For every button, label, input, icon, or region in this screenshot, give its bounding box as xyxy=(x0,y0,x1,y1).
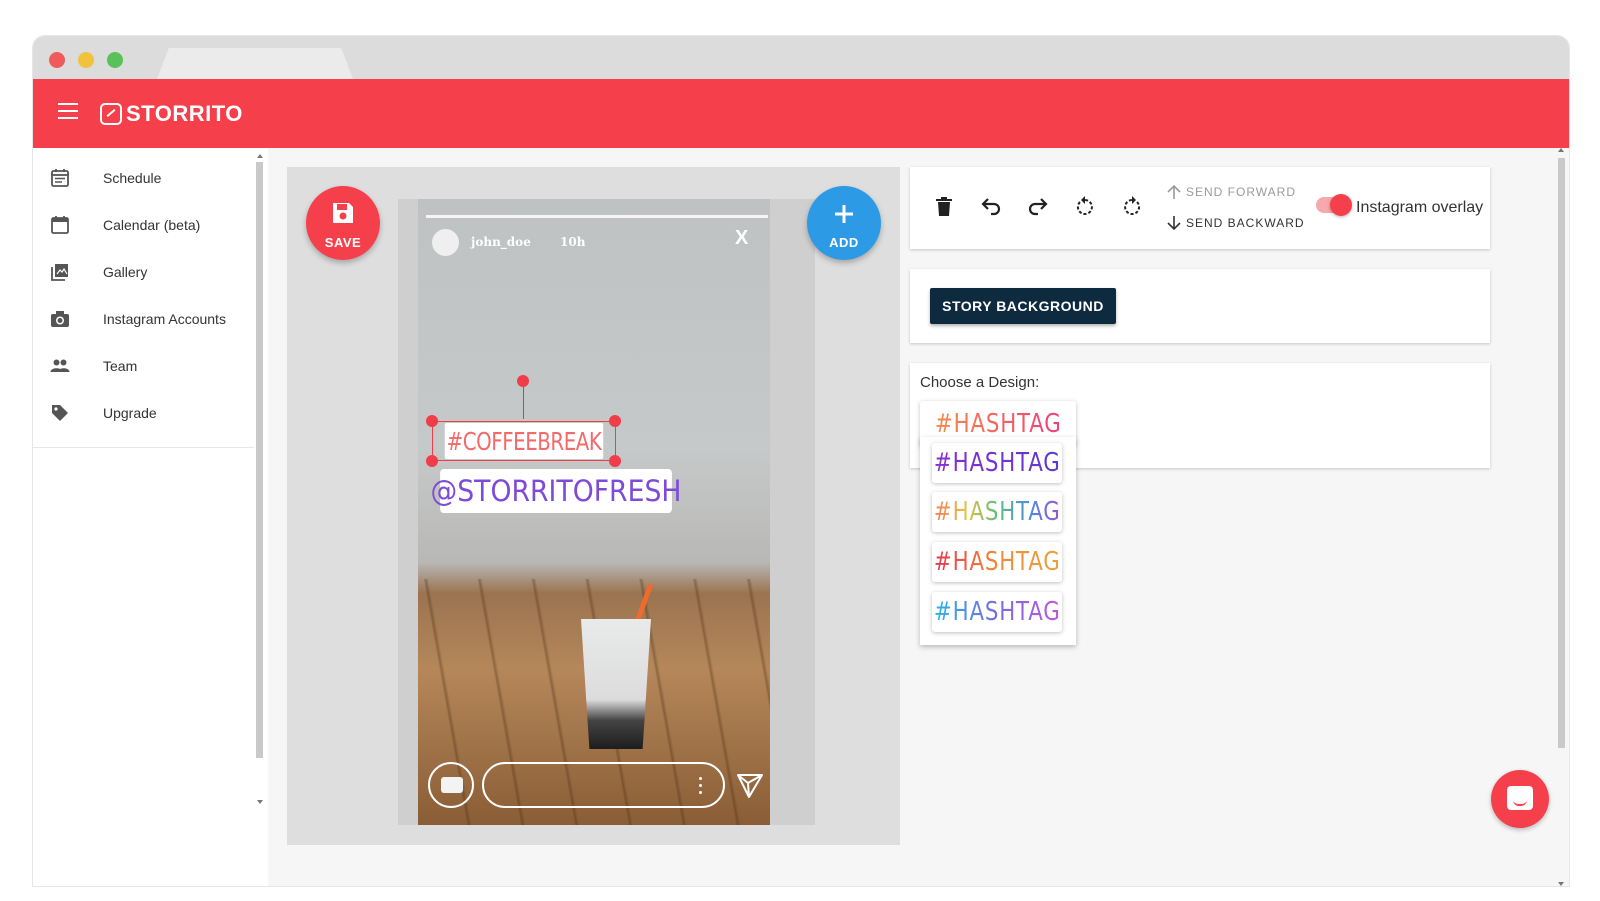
send-backward-button[interactable]: SEND BACKWARD xyxy=(1166,215,1305,231)
chat-icon xyxy=(1507,786,1533,810)
redo-icon[interactable] xyxy=(1026,195,1050,219)
chat-button[interactable] xyxy=(1491,770,1549,828)
design-option-label: #HASHTAG xyxy=(933,547,1061,577)
more-options-icon[interactable] xyxy=(699,777,703,795)
design-option-label: #HASHTAG xyxy=(933,497,1061,527)
scroll-up-icon[interactable] xyxy=(257,154,263,158)
rotate-right-icon[interactable] xyxy=(1120,195,1144,219)
send-forward-label: SEND FORWARD xyxy=(1186,185,1297,199)
story-editor: john_doe 10h X #COFFEEBREAK @STORRITOFRE… xyxy=(287,167,900,845)
browser-tab[interactable] xyxy=(157,48,353,79)
avatar xyxy=(432,229,459,256)
story-camera-button[interactable] xyxy=(428,762,474,808)
sidebar-item-team[interactable]: Team xyxy=(33,346,254,386)
main-content: john_doe 10h X #COFFEEBREAK @STORRITOFRE… xyxy=(268,148,1569,886)
calendar-list-icon xyxy=(51,169,69,187)
app-logo[interactable]: STORRITO xyxy=(100,101,243,127)
sidebar-item-instagram-accounts[interactable]: Instagram Accounts xyxy=(33,299,254,339)
story-close-icon[interactable]: X xyxy=(735,227,748,250)
design-option[interactable]: #HASHTAG xyxy=(932,443,1062,483)
resize-handle-bottom-right[interactable] xyxy=(609,455,621,467)
story-canvas[interactable]: john_doe 10h X #COFFEEBREAK @STORRITOFRE… xyxy=(418,199,770,825)
layer-toolbar: SEND FORWARD SEND BACKWARD Instagram ove… xyxy=(910,167,1490,249)
send-icon[interactable] xyxy=(736,771,764,799)
story-username: john_doe xyxy=(471,235,531,249)
story-time: 10h xyxy=(560,235,586,249)
camera-icon xyxy=(51,311,69,327)
plus-icon xyxy=(835,205,853,223)
resize-handle-top-left[interactable] xyxy=(426,415,438,427)
resize-handle-bottom-left[interactable] xyxy=(426,455,438,467)
scroll-up-icon[interactable] xyxy=(1558,148,1564,152)
scroll-down-icon[interactable] xyxy=(257,800,263,804)
design-dropdown: #HASHTAG #HASHTAG #HASHTAG #HASHTAG xyxy=(920,437,1076,645)
story-reply-input[interactable] xyxy=(482,762,725,808)
app-name: STORRITO xyxy=(126,101,243,126)
save-button-label: SAVE xyxy=(324,235,362,250)
undo-icon[interactable] xyxy=(979,195,1003,219)
scroll-down-icon[interactable] xyxy=(1558,882,1564,886)
sidebar-item-schedule[interactable]: Schedule xyxy=(33,158,254,198)
add-button[interactable]: ADD xyxy=(807,186,881,260)
main-scrollbar[interactable] xyxy=(1556,148,1566,886)
minimize-window-button[interactable] xyxy=(78,52,94,68)
tag-icon xyxy=(52,405,68,421)
story-background-panel: STORY BACKGROUND xyxy=(910,269,1490,343)
gallery-icon xyxy=(51,264,68,281)
design-option-label: #HASHTAG xyxy=(933,448,1061,478)
main-scroll-thumb[interactable] xyxy=(1558,158,1565,748)
design-option-label: #HASHTAG xyxy=(933,597,1061,627)
send-forward-button[interactable]: SEND FORWARD xyxy=(1166,184,1296,200)
arrow-up-icon xyxy=(1167,184,1181,199)
close-window-button[interactable] xyxy=(49,52,65,68)
sidebar-item-label: Instagram Accounts xyxy=(103,311,226,327)
story-progress-bar xyxy=(426,215,768,218)
resize-handle-top-right[interactable] xyxy=(609,415,621,427)
toggle-knob xyxy=(1330,194,1352,216)
arrow-down-icon xyxy=(1167,216,1181,231)
window-titlebar xyxy=(33,36,1569,79)
design-label: Choose a Design: xyxy=(920,374,1040,391)
instagram-overlay-toggle[interactable] xyxy=(1316,194,1352,216)
sidebar-scroll-thumb[interactable] xyxy=(256,162,263,758)
sticker-selection-box xyxy=(432,421,616,461)
sidebar: Schedule Calendar (beta) Gallery Instagr… xyxy=(33,148,254,448)
sidebar-scrollbar[interactable] xyxy=(255,154,264,804)
rotate-handle[interactable] xyxy=(517,375,529,387)
design-option[interactable]: #HASHTAG xyxy=(932,492,1062,532)
trash-icon[interactable] xyxy=(932,195,956,219)
save-button[interactable]: SAVE xyxy=(306,186,380,260)
sidebar-item-label: Calendar (beta) xyxy=(103,217,201,233)
sidebar-item-label: Upgrade xyxy=(103,405,157,421)
camera-icon xyxy=(441,777,463,793)
sidebar-item-label: Team xyxy=(103,358,138,374)
story-background-button[interactable]: STORY BACKGROUND xyxy=(930,288,1116,324)
sidebar-item-upgrade[interactable]: Upgrade xyxy=(33,393,254,433)
design-selected-value: #HASHTAG xyxy=(934,409,1062,439)
calendar-icon xyxy=(51,216,69,234)
sidebar-item-label: Schedule xyxy=(103,170,162,186)
design-option[interactable]: #HASHTAG xyxy=(932,542,1062,582)
instagram-overlay-label: Instagram overlay xyxy=(1356,199,1484,216)
sidebar-item-calendar[interactable]: Calendar (beta) xyxy=(33,205,254,245)
maximize-window-button[interactable] xyxy=(107,52,123,68)
send-backward-label: SEND BACKWARD xyxy=(1186,216,1305,230)
sticker-mention[interactable]: @STORRITOFRESH xyxy=(431,469,681,513)
people-icon xyxy=(50,359,70,372)
rotate-left-icon[interactable] xyxy=(1073,195,1097,219)
save-icon xyxy=(333,203,353,223)
sidebar-item-label: Gallery xyxy=(103,264,148,280)
menu-icon[interactable] xyxy=(58,103,78,119)
app-header: STORRITO xyxy=(33,79,1569,148)
add-button-label: ADD xyxy=(829,235,859,250)
story-image-glass xyxy=(581,619,651,749)
browser-window: STORRITO Schedule Calendar (beta) Galler… xyxy=(33,36,1569,886)
sidebar-item-gallery[interactable]: Gallery xyxy=(33,252,254,292)
design-option[interactable]: #HASHTAG xyxy=(932,592,1062,632)
logo-icon xyxy=(100,103,122,125)
